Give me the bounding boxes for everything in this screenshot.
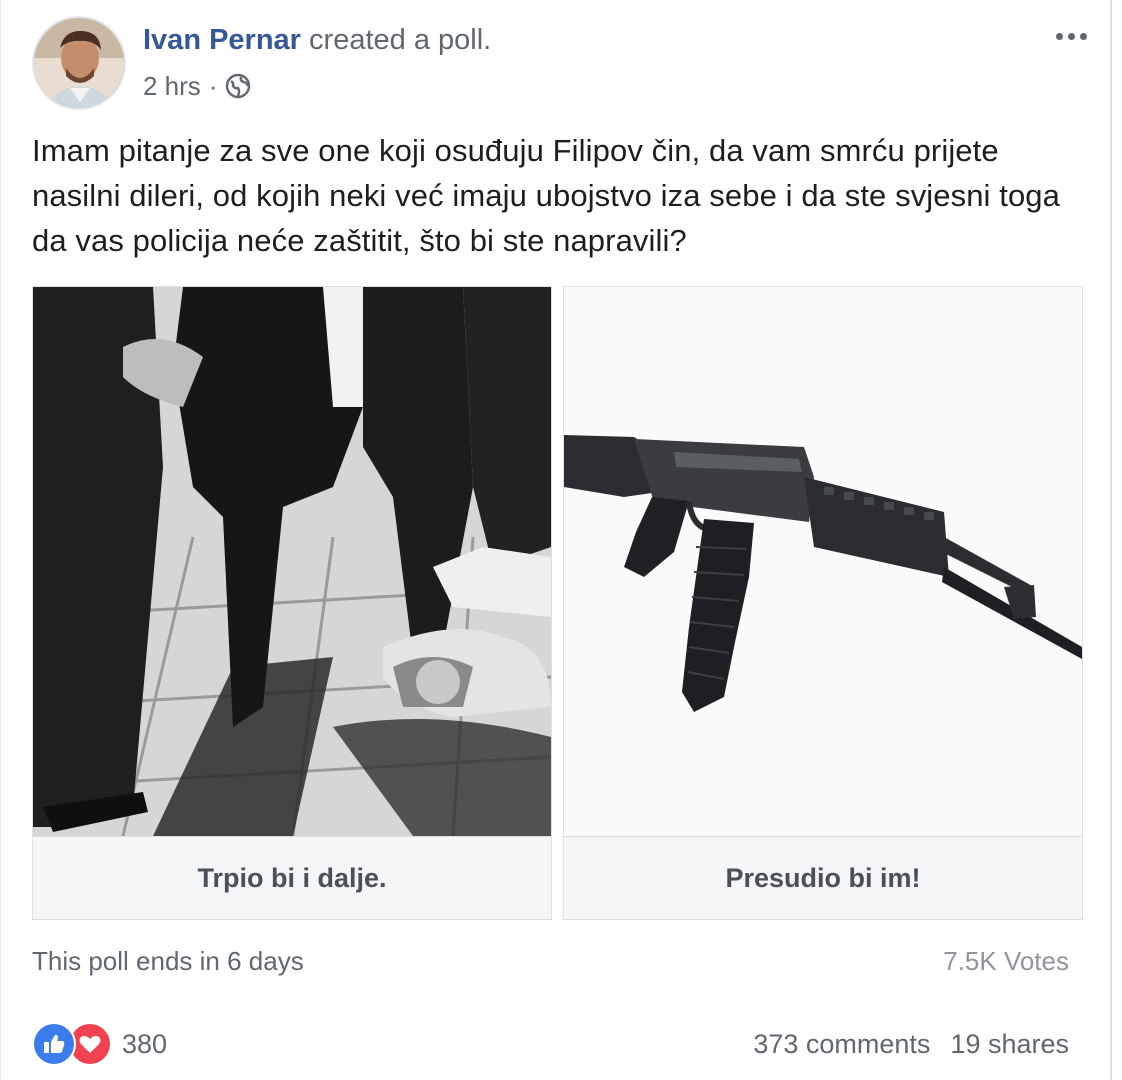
rifle-photo	[564, 287, 1082, 836]
post-meta: 2 hrs ·	[143, 68, 251, 104]
poll-option-1[interactable]: Trpio bi i dalje.	[32, 286, 552, 920]
more-dot-icon	[1055, 32, 1063, 40]
poll-option-1-label[interactable]: Trpio bi i dalje.	[33, 836, 551, 919]
avatar-image	[34, 18, 124, 108]
author-avatar[interactable]	[32, 16, 126, 110]
post-timestamp-link[interactable]: 2 hrs	[143, 68, 201, 104]
post-body-text: Imam pitanje za sve one koji osuđuju Fil…	[32, 133, 1060, 258]
poll-option-2-label[interactable]: Presudio bi im!	[564, 836, 1082, 919]
more-dot-icon	[1067, 32, 1075, 40]
post-action-text: created a poll.	[309, 24, 492, 56]
reactions-summary[interactable]: 380	[32, 1022, 167, 1066]
poll-option-2[interactable]: Presudio bi im!	[563, 286, 1083, 920]
more-dot-icon	[1079, 32, 1087, 40]
globe-icon[interactable]	[225, 73, 251, 99]
more-options-button[interactable]	[1047, 18, 1095, 54]
poll-ends-text: This poll ends in 6 days	[32, 946, 304, 976]
post-card: Ivan Pernar created a poll. 2 hrs · Imam…	[0, 0, 1112, 1080]
author-line: Ivan Pernar created a poll.	[143, 22, 491, 58]
meta-separator: ·	[208, 71, 218, 101]
poll-votes-count[interactable]: 7.5K Votes	[943, 943, 1069, 979]
comments-count-link[interactable]: 373 comments	[753, 1026, 930, 1062]
shares-count-link[interactable]: 19 shares	[950, 1026, 1069, 1062]
reaction-count: 380	[122, 1028, 168, 1059]
author-name-link[interactable]: Ivan Pernar	[143, 24, 301, 56]
like-icon	[32, 1022, 76, 1066]
engagement-counts: 373 comments 19 shares	[753, 1026, 1069, 1062]
street-fight-photo	[33, 287, 551, 836]
